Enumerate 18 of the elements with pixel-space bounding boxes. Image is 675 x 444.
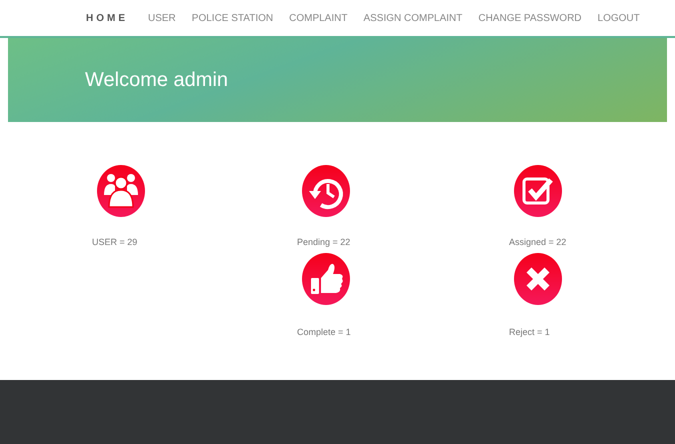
nav-link[interactable]: COMPLAINT xyxy=(289,12,348,24)
stat-label: Pending = 22 xyxy=(297,237,350,247)
nav-link[interactable]: POLICE STATION xyxy=(192,12,274,24)
stat-label: USER = 29 xyxy=(92,237,138,247)
stat-label: Assigned = 22 xyxy=(509,237,566,247)
users-icon xyxy=(97,165,145,217)
nav-link[interactable]: HOME xyxy=(86,12,128,24)
stat-label: Complete = 1 xyxy=(297,327,351,337)
nav-link[interactable]: USER xyxy=(148,12,176,24)
thumbs-up-icon xyxy=(302,253,350,305)
stat-label: Reject = 1 xyxy=(509,327,550,337)
history-icon xyxy=(302,165,350,217)
welcome-title: Welcome admin xyxy=(85,68,228,92)
nav-link[interactable]: CHANGE PASSWORD xyxy=(478,12,582,24)
cross-icon xyxy=(514,253,562,305)
nav-link[interactable]: ASSIGN COMPLAINT xyxy=(363,12,462,24)
nav-link[interactable]: LOGOUT xyxy=(598,12,640,24)
checkbox-icon xyxy=(514,165,562,217)
